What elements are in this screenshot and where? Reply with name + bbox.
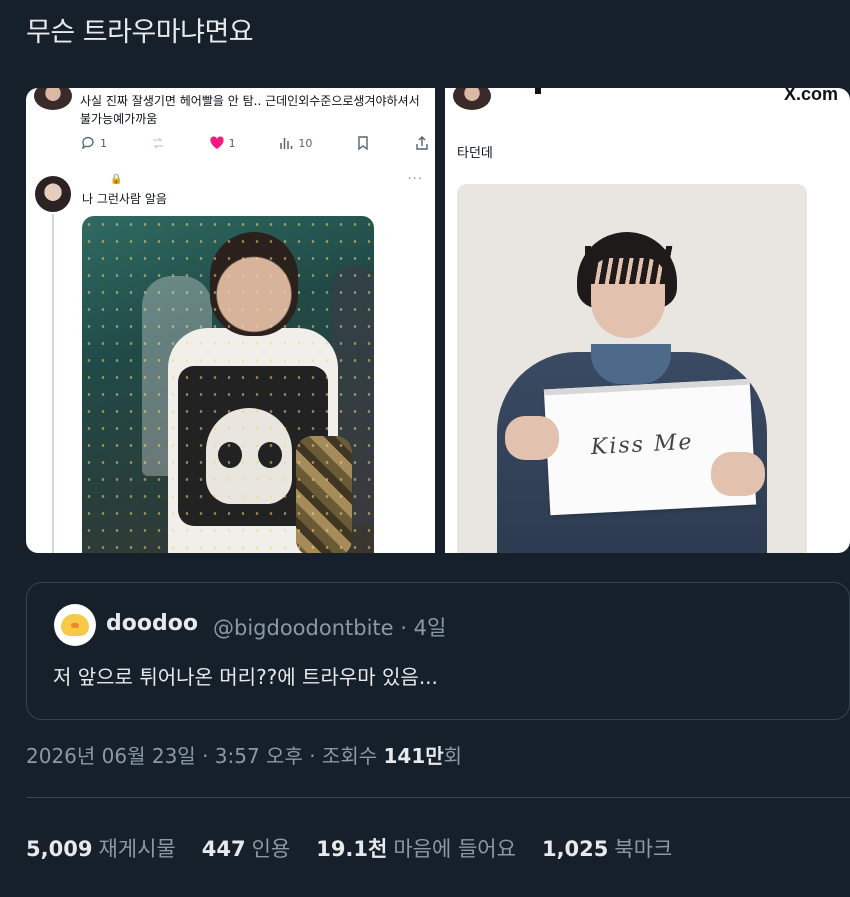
stat-bookmarks[interactable]: 1,025 북마크 bbox=[542, 833, 672, 863]
avatar bbox=[453, 88, 491, 110]
reply-avatar bbox=[33, 174, 73, 214]
bookmark-icon bbox=[358, 136, 368, 151]
like-action: 1 bbox=[209, 135, 236, 151]
bookmark-count: 1,025 bbox=[541, 837, 609, 861]
quoted-tweet-card[interactable]: doodoo @bigdoodontbite · 4일 저 앞으로 튀어나온 머… bbox=[26, 582, 850, 720]
lock-icon: 🔒 bbox=[110, 174, 123, 185]
quote-count: 447 bbox=[201, 837, 246, 861]
view-count: 141만 bbox=[383, 744, 444, 768]
reply-count: 1 bbox=[100, 136, 107, 150]
quoted-avatar[interactable] bbox=[54, 604, 96, 646]
stat-likes[interactable]: 19.1천 마음에 들어요 bbox=[316, 833, 516, 863]
confetti-overlay bbox=[82, 216, 374, 553]
view-count: 10 bbox=[298, 136, 313, 150]
heart-icon bbox=[209, 136, 224, 149]
bookmark-action bbox=[355, 135, 371, 151]
repost-count: 5,009 bbox=[26, 837, 93, 861]
dot-mark bbox=[535, 88, 541, 94]
views-action: 10 bbox=[278, 135, 312, 151]
embedded-tweet-text: 타던데 bbox=[457, 146, 493, 161]
share-action bbox=[414, 135, 430, 151]
avatar bbox=[34, 88, 72, 110]
shirt-collar bbox=[591, 344, 671, 384]
media-image-right[interactable]: X.com 타던데 Kiss Me bbox=[445, 88, 850, 553]
share-icon bbox=[416, 136, 428, 150]
hand bbox=[505, 416, 559, 460]
media-grid: 사실 진짜 잘생기면 헤어빨을 안 탐.. 근데인외수준으로생겨야하셔서 불가능… bbox=[26, 88, 850, 553]
chick-icon bbox=[61, 614, 89, 636]
bookmark-label: 북마크 bbox=[614, 837, 673, 861]
embedded-reply-text: 나 그런사람 알음 bbox=[82, 192, 167, 206]
quoted-display-name[interactable]: doodoo bbox=[106, 611, 198, 636]
quoted-tweet-text: 저 앞으로 튀어나온 머리??에 트라우마 있음... bbox=[53, 665, 438, 689]
timestamp[interactable]: 2026년 06월 23일 · 3:57 오후 · 조회수 bbox=[26, 744, 383, 768]
x-brand-logo: X.com bbox=[783, 88, 838, 104]
retweet-icon bbox=[152, 137, 163, 149]
thread-line bbox=[52, 208, 54, 553]
like-count: 1 bbox=[228, 136, 236, 150]
stat-quotes[interactable]: 447 인용 bbox=[202, 833, 290, 863]
tweet-meta: 2026년 06월 23일 · 3:57 오후 · 조회수 141만회 bbox=[26, 740, 462, 769]
more-icon: ··· bbox=[407, 172, 423, 187]
reply-icon bbox=[81, 136, 94, 150]
media-image-left[interactable]: 사실 진짜 잘생기면 헤어빨을 안 탐.. 근데인외수준으로생겨야하셔서 불가능… bbox=[26, 88, 435, 553]
view-suffix: 회 bbox=[443, 744, 463, 768]
like-label: 마음에 들어요 bbox=[393, 837, 516, 861]
reply-action: 1 bbox=[80, 135, 107, 151]
like-count: 19.1천 bbox=[316, 837, 388, 861]
repost-label: 재게시물 bbox=[98, 837, 176, 861]
quoted-handle-date: @bigdoodontbite · 4일 bbox=[213, 616, 447, 640]
hand bbox=[711, 452, 765, 496]
concert-photo bbox=[82, 216, 374, 553]
retweet-action bbox=[150, 135, 166, 151]
tweet-text: 무슨 트라우마냐면요 bbox=[26, 17, 254, 48]
quote-label: 인용 bbox=[251, 837, 291, 861]
person-bangs bbox=[585, 246, 673, 284]
sign-text: Kiss Me bbox=[590, 429, 695, 461]
sign-photo: Kiss Me bbox=[457, 184, 807, 553]
engagement-stats: 5,009 재게시물 447 인용 19.1천 마음에 들어요 1,025 북마크 bbox=[26, 833, 672, 863]
views-icon bbox=[280, 138, 293, 149]
embedded-tweet-text: 사실 진짜 잘생기면 헤어빨을 안 탐.. 근데인외수준으로생겨야하셔서 불가능… bbox=[80, 94, 420, 126]
stat-reposts[interactable]: 5,009 재게시물 bbox=[26, 833, 176, 863]
embedded-action-bar: 1 1 10 bbox=[80, 132, 430, 154]
divider bbox=[26, 797, 850, 798]
